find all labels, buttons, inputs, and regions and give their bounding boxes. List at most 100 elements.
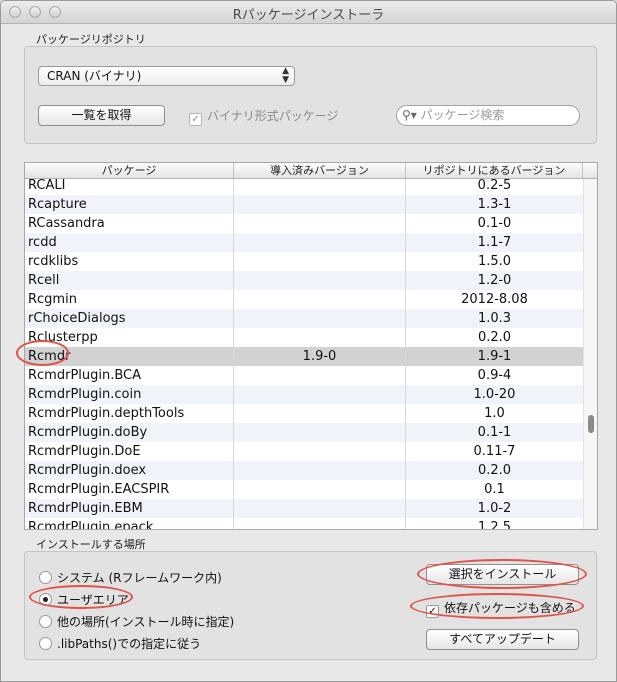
package-name: RcmdrPlugin.BCA bbox=[25, 366, 234, 385]
table-row[interactable]: RcmdrPlugin.DoE 0.11-7 bbox=[25, 442, 583, 461]
table-row[interactable]: RcmdrPlugin.epack 1.2.5 bbox=[25, 518, 583, 530]
table-row[interactable]: rChoiceDialogs 1.0.3 bbox=[25, 309, 583, 328]
table-row[interactable]: Rclusterpp 0.2.0 bbox=[25, 328, 583, 347]
repository-version: 1.9-1 bbox=[477, 349, 512, 364]
table-row-selected[interactable]: Rcmdr 1.9-0 1.9-1 bbox=[25, 347, 583, 366]
repository-group-label: パッケージリポジトリ bbox=[36, 33, 146, 46]
radio-system-label: システム (Rフレームワーク内) bbox=[57, 571, 222, 585]
package-name: RcmdrPlugin.EBM bbox=[25, 499, 234, 518]
package-search-field[interactable]: ⚲▾ パッケージ検索 bbox=[396, 105, 580, 126]
repository-version: 0.1 bbox=[484, 482, 505, 497]
radio-selected-icon bbox=[39, 593, 52, 606]
magnifier-icon: ⚲▾ bbox=[402, 108, 417, 122]
package-name: RCassandra bbox=[25, 214, 234, 233]
window-title: Rパッケージインストーラ bbox=[232, 8, 385, 23]
checkmark-icon: ✓ bbox=[189, 113, 202, 126]
installed-version bbox=[234, 518, 406, 529]
package-table-body: RCALI 0.2-5 Rcapture 1.3-1 RCassandra 0.1-0… bbox=[25, 176, 583, 530]
repository-version: 1.1-7 bbox=[477, 235, 512, 250]
installed-version bbox=[234, 385, 406, 404]
repository-version: 1.2-0 bbox=[477, 273, 512, 288]
table-row[interactable]: RcmdrPlugin.EBM 1.0-2 bbox=[25, 499, 583, 518]
repository-version: 0.2.0 bbox=[477, 463, 512, 478]
table-row[interactable]: Rcgmin 2012-8.08 bbox=[25, 290, 583, 309]
table-scrollbar[interactable] bbox=[583, 179, 597, 529]
checkmark-icon: ✓ bbox=[426, 605, 439, 618]
repository-group bbox=[24, 46, 597, 144]
radio-other-location[interactable]: 他の場所(インストール時に指定) bbox=[39, 613, 234, 630]
table-row[interactable]: RcmdrPlugin.doBy 0.1-1 bbox=[25, 423, 583, 442]
installed-version bbox=[234, 233, 406, 252]
package-name: RcmdrPlugin.doBy bbox=[25, 423, 234, 442]
installed-version bbox=[234, 404, 406, 423]
repository-version: 0.1-1 bbox=[477, 425, 512, 440]
repository-version: 0.2.0 bbox=[477, 330, 512, 345]
package-name: Rcapture bbox=[25, 195, 234, 214]
package-name: rChoiceDialogs bbox=[25, 309, 234, 328]
table-row[interactable]: rcdklibs 1.5.0 bbox=[25, 252, 583, 271]
radio-libpaths-label: .libPaths()での指定に従う bbox=[57, 637, 202, 651]
package-name: RcmdrPlugin.EACSPIR bbox=[25, 480, 234, 499]
repository-select[interactable]: CRAN (バイナリ) ▲ ▼ bbox=[38, 66, 295, 86]
package-table[interactable]: RCALI 0.2-5 Rcapture 1.3-1 RCassandra 0.1-0… bbox=[24, 162, 598, 530]
install-selected-button[interactable]: 選択をインストール bbox=[426, 564, 579, 585]
table-row[interactable]: RcmdrPlugin.doex 0.2.0 bbox=[25, 461, 583, 480]
radio-icon bbox=[39, 571, 52, 584]
repository-version: 1.3-1 bbox=[477, 197, 512, 212]
repository-select-value: CRAN (バイナリ) bbox=[47, 69, 142, 83]
package-name: rcdklibs bbox=[25, 252, 234, 271]
installed-version bbox=[234, 252, 406, 271]
package-name: RcmdrPlugin.coin bbox=[25, 385, 234, 404]
table-row[interactable]: RcmdrPlugin.EACSPIR 0.1 bbox=[25, 480, 583, 499]
package-name: rcdd bbox=[25, 233, 234, 252]
table-row[interactable]: RcmdrPlugin.coin 1.0-20 bbox=[25, 385, 583, 404]
radio-user-area-label: ユーザエリア bbox=[57, 593, 129, 607]
column-header-repository[interactable]: リポジトリにあるバージョン bbox=[406, 163, 583, 178]
table-row[interactable]: RCassandra 0.1-0 bbox=[25, 214, 583, 233]
package-name: RcmdrPlugin.epack bbox=[25, 518, 234, 529]
update-all-button[interactable]: すべてアップデート bbox=[426, 629, 579, 650]
package-search-placeholder: パッケージ検索 bbox=[420, 108, 505, 122]
installed-version bbox=[234, 309, 406, 328]
table-row[interactable]: Rcell 1.2-0 bbox=[25, 271, 583, 290]
radio-libpaths[interactable]: .libPaths()での指定に従う bbox=[39, 635, 201, 652]
radio-other-location-label: 他の場所(インストール時に指定) bbox=[57, 615, 235, 629]
include-dependencies-label: 依存パッケージも含める bbox=[444, 601, 576, 615]
radio-user-area[interactable]: ユーザエリア bbox=[39, 591, 129, 608]
repository-version: 1.5.0 bbox=[477, 254, 512, 269]
scrollbar-thumb[interactable] bbox=[588, 415, 594, 433]
updown-arrows-icon: ▲ ▼ bbox=[282, 66, 289, 85]
install-location-group-label: インストールする場所 bbox=[36, 538, 146, 551]
radio-system[interactable]: システム (Rフレームワーク内) bbox=[39, 569, 222, 586]
package-name: Rcgmin bbox=[25, 290, 234, 309]
include-dependencies-checkbox[interactable]: ✓ 依存パッケージも含める bbox=[426, 599, 576, 618]
binary-packages-checkbox[interactable]: ✓ バイナリ形式パッケージ bbox=[189, 107, 339, 126]
repository-version: 1.0.3 bbox=[477, 311, 512, 326]
installed-version bbox=[234, 214, 406, 233]
installed-version bbox=[234, 499, 406, 518]
package-name: RcmdrPlugin.doex bbox=[25, 461, 234, 480]
fetch-list-button[interactable]: 一覧を取得 bbox=[38, 105, 165, 126]
installed-version bbox=[234, 195, 406, 214]
package-name: Rcmdr bbox=[25, 347, 234, 366]
installed-version bbox=[234, 461, 406, 480]
column-header-installed[interactable]: 導入済みバージョン bbox=[234, 163, 406, 178]
repository-version: 1.0-20 bbox=[473, 387, 516, 402]
table-row[interactable]: Rcapture 1.3-1 bbox=[25, 195, 583, 214]
table-header: パッケージ 導入済みバージョン リポジトリにあるバージョン bbox=[25, 163, 597, 179]
installed-version bbox=[234, 423, 406, 442]
table-row[interactable]: RcmdrPlugin.BCA 0.9-4 bbox=[25, 366, 583, 385]
installed-version bbox=[234, 328, 406, 347]
installed-version bbox=[234, 290, 406, 309]
installer-window: Rパッケージインストーラ パッケージリポジトリ CRAN (バイナリ) ▲ ▼ 一… bbox=[0, 0, 617, 682]
repository-version: 0.1-0 bbox=[477, 216, 512, 231]
column-header-package[interactable]: パッケージ bbox=[25, 163, 234, 178]
table-row[interactable]: RcmdrPlugin.depthTools 1.0 bbox=[25, 404, 583, 423]
title-bar[interactable]: Rパッケージインストーラ bbox=[1, 1, 616, 24]
installed-version bbox=[234, 442, 406, 461]
installed-version bbox=[234, 366, 406, 385]
table-row[interactable]: rcdd 1.1-7 bbox=[25, 233, 583, 252]
installed-version: 1.9-0 bbox=[234, 347, 406, 366]
package-name: RcmdrPlugin.DoE bbox=[25, 442, 234, 461]
repository-version: 1.2.5 bbox=[477, 520, 512, 530]
